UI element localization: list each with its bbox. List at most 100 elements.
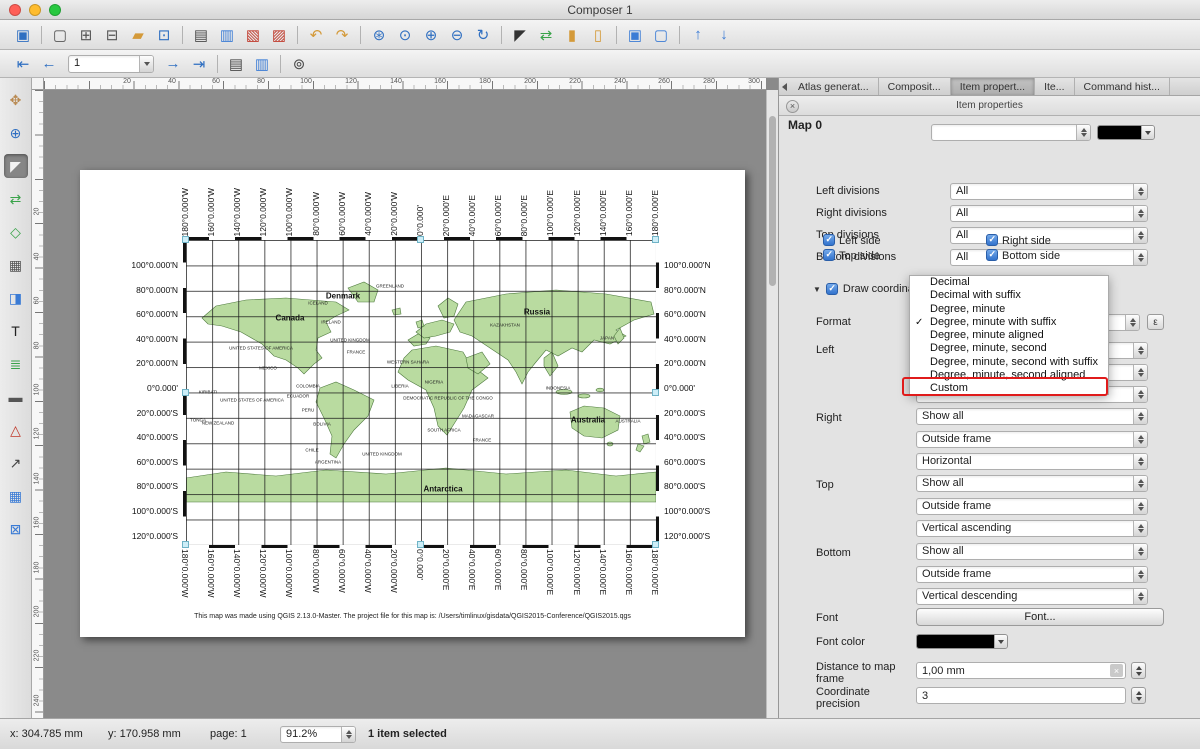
format-menu-item[interactable]: Custom — [910, 382, 1108, 395]
precision-spinbox[interactable]: 3 — [916, 687, 1126, 704]
zoom-tool-icon[interactable]: ⊕ — [4, 121, 28, 145]
dropdown-arrow-icon[interactable] — [994, 635, 1007, 648]
combobox-arrows-icon[interactable] — [1133, 544, 1147, 559]
redo-icon[interactable]: ↷ — [329, 23, 355, 46]
combobox-arrows-icon[interactable] — [139, 56, 153, 72]
top-display-combobox[interactable]: Show all — [916, 475, 1148, 492]
combobox-arrows-icon[interactable] — [1133, 454, 1147, 469]
edit-nodes-tool-icon[interactable]: ◇ — [4, 220, 28, 244]
close-window-button[interactable] — [9, 4, 21, 16]
zoom-level-combobox[interactable]: 91.2% — [280, 726, 356, 743]
pan-tool-icon[interactable]: ✥ — [4, 88, 28, 112]
font-button[interactable]: Font... — [916, 608, 1164, 626]
clear-value-icon[interactable] — [1110, 664, 1123, 677]
toolbar-icon[interactable] — [616, 26, 617, 44]
left-side-checkbox[interactable]: Left side — [823, 234, 881, 247]
print-atlas-icon[interactable]: ▤ — [223, 52, 249, 75]
new-composition-icon[interactable]: ▢ — [47, 23, 73, 46]
add-image-icon[interactable]: ◨ — [4, 286, 28, 310]
select-move-item-icon[interactable]: ◤ — [507, 23, 533, 46]
selection-handle[interactable] — [417, 236, 424, 243]
combobox-arrows-icon[interactable] — [1133, 409, 1147, 424]
top-direction-combobox[interactable]: Vertical ascending — [916, 520, 1148, 537]
checkbox-icon[interactable] — [823, 234, 835, 246]
toolbar-icon[interactable] — [297, 26, 298, 44]
zoom-full-icon[interactable]: ⊛ — [366, 23, 392, 46]
tab-atlas-generation[interactable]: Atlas generat... — [789, 78, 879, 95]
combobox-arrows-icon[interactable] — [1133, 499, 1147, 514]
export-svg-icon[interactable]: ▧ — [240, 23, 266, 46]
composition-manager-icon[interactable]: ⊟ — [99, 23, 125, 46]
bottom-direction-combobox[interactable]: Vertical descending — [916, 588, 1148, 605]
export-image-icon[interactable]: ▥ — [214, 23, 240, 46]
distance-spinbox[interactable]: 1,00 mm — [916, 662, 1126, 679]
collapse-triangle-icon[interactable]: ▼ — [813, 285, 821, 294]
draw-coordinates-checkbox[interactable] — [826, 283, 838, 295]
ungroup-items-icon[interactable]: ▢ — [648, 23, 674, 46]
divisions-combobox[interactable]: All — [950, 183, 1148, 200]
undo-icon[interactable]: ↶ — [303, 23, 329, 46]
dropdown-arrow-icon[interactable] — [1141, 126, 1154, 139]
add-arrow-icon[interactable]: ↗ — [4, 451, 28, 475]
combobox-arrows-icon[interactable] — [1133, 521, 1147, 536]
raise-items-icon[interactable]: ↑ — [685, 23, 711, 46]
combobox-arrows-icon[interactable] — [1133, 184, 1147, 199]
print-icon[interactable]: ▤ — [188, 23, 214, 46]
tab-overflow-icon[interactable] — [779, 78, 789, 95]
precision-stepper[interactable] — [1131, 687, 1146, 704]
toolbar-icon[interactable] — [679, 26, 680, 44]
right-side-checkbox[interactable]: Right side — [986, 234, 1051, 247]
combobox-arrows-icon[interactable] — [1076, 125, 1090, 140]
toolbar-icon[interactable] — [41, 26, 42, 44]
combobox-arrows-icon[interactable] — [1133, 589, 1147, 604]
zoom-actual-icon[interactable]: ⊙ — [392, 23, 418, 46]
close-panel-icon[interactable] — [786, 100, 799, 113]
combobox-arrows-icon[interactable] — [1125, 315, 1139, 330]
format-menu-item[interactable]: Decimal — [910, 276, 1108, 289]
combobox-arrows-icon[interactable] — [1133, 476, 1147, 491]
lower-items-icon[interactable]: ↓ — [711, 23, 737, 46]
tab-command-history[interactable]: Command hist... — [1075, 78, 1170, 95]
lock-items-icon[interactable]: ▮ — [559, 23, 585, 46]
scrollbar-thumb[interactable] — [769, 116, 776, 286]
unlock-items-icon[interactable]: ▯ — [585, 23, 611, 46]
combobox-arrows-icon[interactable] — [1133, 387, 1147, 402]
distance-stepper[interactable] — [1131, 662, 1146, 679]
selection-handle[interactable] — [182, 389, 189, 396]
group-items-icon[interactable]: ▣ — [622, 23, 648, 46]
combobox-arrows-icon[interactable] — [341, 727, 355, 742]
top-side-checkbox[interactable]: Top side — [823, 249, 880, 262]
format-menu-item[interactable]: Degree, minute, second with suffix — [910, 356, 1108, 369]
add-html-icon[interactable]: ⊠ — [4, 517, 28, 541]
combobox-arrows-icon[interactable] — [1133, 567, 1147, 582]
add-map-icon[interactable]: ▦ — [4, 253, 28, 277]
grid-color-button[interactable] — [1097, 125, 1155, 140]
atlas-feature-combobox[interactable]: 1 — [68, 55, 154, 73]
cropped-combobox[interactable] — [931, 124, 1091, 141]
export-pdf-icon[interactable]: ▨ — [266, 23, 292, 46]
right-direction-combobox[interactable]: Horizontal — [916, 453, 1148, 470]
combobox-arrows-icon[interactable] — [1133, 343, 1147, 358]
bottom-side-checkbox[interactable]: Bottom side — [986, 249, 1060, 262]
combobox-arrows-icon[interactable] — [1133, 432, 1147, 447]
selection-handle[interactable] — [182, 541, 189, 548]
selection-handle[interactable] — [652, 541, 659, 548]
toolbar-icon[interactable] — [501, 26, 502, 44]
format-menu-item[interactable]: Degree, minute, second — [910, 342, 1108, 355]
right-position-combobox[interactable]: Outside frame — [916, 431, 1148, 448]
move-item-content-icon[interactable]: ⇄ — [533, 23, 559, 46]
composition-canvas[interactable]: 100°0.000'N80°0.000'N60°0.000'N40°0.000'… — [44, 90, 766, 718]
zoom-in-icon[interactable]: ⊕ — [418, 23, 444, 46]
add-attribute-table-icon[interactable]: ▦ — [4, 484, 28, 508]
data-defined-override-button[interactable]: ε — [1147, 314, 1164, 330]
tab-item-properties[interactable]: Item propert... — [951, 78, 1035, 95]
add-shape-icon[interactable]: △ — [4, 418, 28, 442]
minimize-window-button[interactable] — [29, 4, 41, 16]
selection-handle[interactable] — [652, 389, 659, 396]
checkbox-icon[interactable] — [986, 249, 998, 261]
refresh-view-icon[interactable]: ↻ — [470, 23, 496, 46]
format-menu-item[interactable]: Degree, minute aligned — [910, 329, 1108, 342]
toolbar-icon[interactable] — [360, 26, 361, 44]
bottom-position-combobox[interactable]: Outside frame — [916, 566, 1148, 583]
format-menu-item[interactable]: Decimal with suffix — [910, 289, 1108, 302]
